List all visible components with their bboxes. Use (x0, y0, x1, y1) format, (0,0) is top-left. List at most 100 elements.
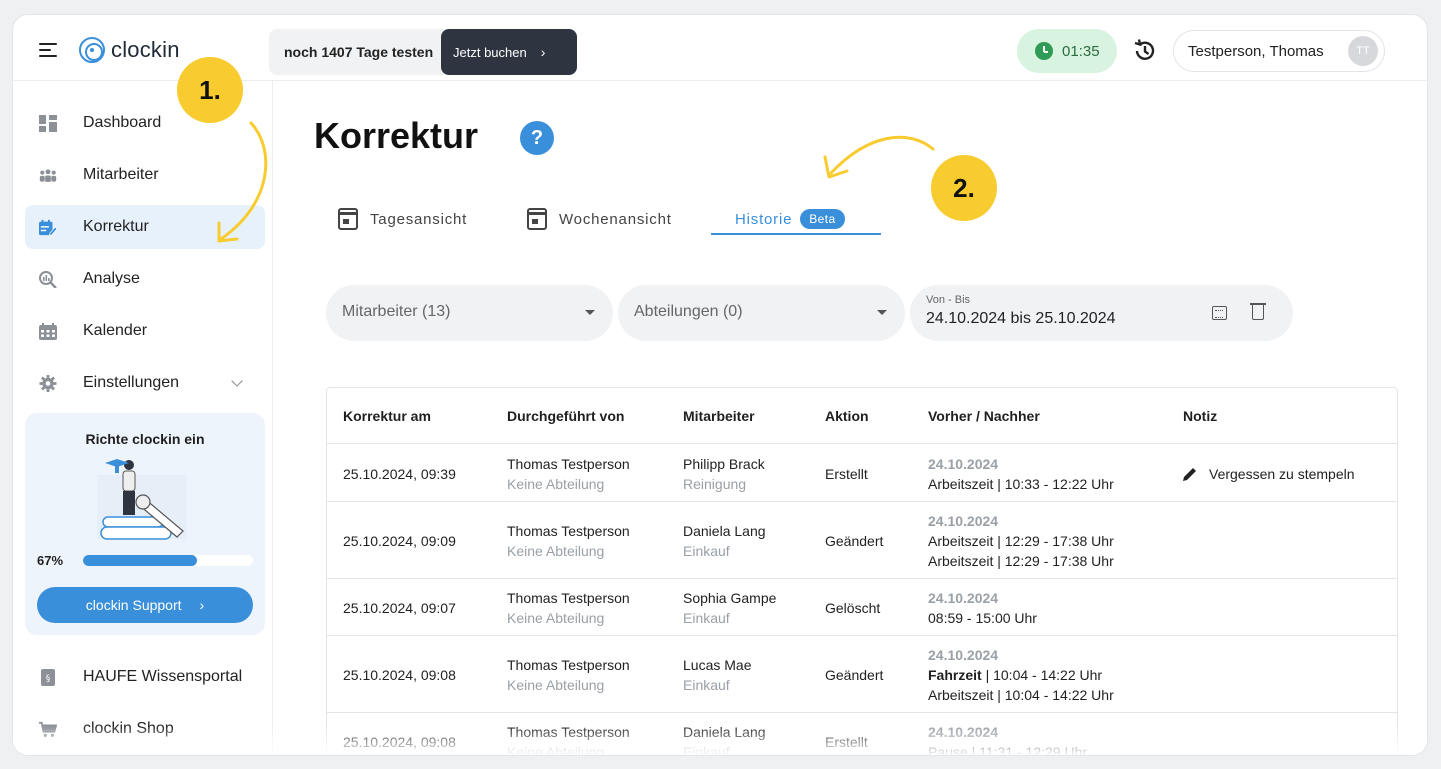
logo-text: clockin (111, 37, 180, 62)
tab-week-view[interactable]: Wochenansicht (527, 199, 672, 239)
table-row[interactable]: 25.10.2024, 09:39 Thomas Testperson Keine … (327, 445, 1397, 502)
table-row[interactable]: 25.10.2024, 09:07 Thomas Testperson Keine … (327, 579, 1397, 636)
sidebar-item-label: Einstellungen (83, 374, 180, 391)
table-row[interactable]: 25.10.2024, 09:09 Thomas Testperson Keine … (327, 502, 1397, 579)
gear-icon (39, 375, 57, 392)
step-1-arrow-icon (217, 121, 268, 243)
setup-progress-card: Richte clockin ein 67% clockin Support › (25, 413, 265, 635)
sidebar-item-label: Kalender (83, 322, 148, 339)
chevron-right-icon: › (540, 44, 546, 60)
date-range-caption: Von - Bis (926, 294, 971, 306)
dashboard-icon (39, 115, 57, 132)
setup-progress-bar (83, 555, 253, 566)
change-line: Arbeitszeit | 12:29 - 17:38 Uhr (928, 551, 1114, 571)
note-text: Vergessen zu stempeln (1209, 466, 1355, 482)
employee: Lucas Mae Einkauf (683, 655, 751, 695)
employee-filter-label: Mitarbeiter (13) (342, 303, 451, 320)
logo[interactable]: clockin (79, 37, 180, 63)
employee-department: Einkauf (683, 677, 730, 693)
column-header: Durchgeführt von (507, 408, 625, 424)
user-menu[interactable]: Testperson, Thomas TT (1173, 30, 1385, 72)
sidebar-item-label: Analyse (83, 270, 140, 287)
change-line: Arbeitszeit | 10:04 - 14:22 Uhr (928, 685, 1114, 705)
step-2-arrow-icon (823, 135, 935, 179)
book-icon: § (41, 669, 55, 686)
history-icon[interactable] (1131, 37, 1159, 65)
change-text: | 10:04 - 14:22 Uhr (981, 667, 1103, 683)
timer-value: 01:35 (1062, 42, 1100, 60)
time-tracker-button[interactable]: 01:35 (1017, 29, 1117, 73)
step-1-badge: 1. (177, 57, 243, 123)
calendar-day-icon (338, 208, 358, 230)
tab-label: Wochenansicht (559, 210, 672, 228)
sidebar-item-haufe[interactable]: § HAUFE Wissensportal (25, 655, 265, 699)
action: Erstellt (825, 466, 868, 482)
caret-down-icon (585, 310, 595, 315)
calendar-picker-icon[interactable] (1212, 306, 1227, 320)
employee-filter-select[interactable]: Mitarbeiter (13) (326, 285, 613, 341)
sidebar-item-settings[interactable]: Einstellungen (25, 361, 265, 405)
active-tab-indicator (711, 233, 881, 235)
change-date: 24.10.2024 (928, 590, 999, 606)
date-range-value: 24.10.2024 bis 25.10.2024 (926, 310, 1116, 327)
analysis-icon (39, 271, 57, 288)
column-header: Notiz (1183, 408, 1218, 424)
tab-label: Tagesansicht (370, 210, 468, 228)
trash-icon[interactable] (1250, 303, 1266, 320)
beta-badge: Beta (800, 209, 845, 229)
table-row[interactable]: 25.10.2024, 09:08 Thomas Testperson Keine … (327, 636, 1397, 713)
tab-day-view[interactable]: Tagesansicht (338, 199, 467, 239)
employee-department: Einkauf (683, 543, 730, 559)
table-header: Korrektur am Durchgeführt von Mitarbeite… (327, 388, 1397, 444)
chevron-right-icon: › (199, 597, 205, 613)
performed-by-department: Keine Abteilung (507, 677, 605, 693)
calendar-edit-icon (39, 219, 57, 236)
performed-by: Thomas Testperson Keine Abteilung (507, 588, 630, 628)
correction-history-table: Korrektur am Durchgeführt von Mitarbeite… (326, 387, 1398, 755)
action: Gelöscht (825, 600, 881, 616)
support-button[interactable]: clockin Support › (37, 587, 253, 623)
menu-collapse-icon[interactable] (39, 43, 57, 57)
support-label: clockin Support (85, 597, 182, 613)
change-line: Arbeitszeit | 12:29 - 17:38 Uhr (928, 531, 1114, 551)
sidebar-item-label: HAUFE Wissensportal (83, 668, 243, 685)
sidebar-item-analysis[interactable]: Analyse (25, 257, 265, 301)
page-title: Korrektur (314, 115, 479, 156)
department-filter-select[interactable]: Abteilungen (0) (618, 285, 905, 341)
setup-title: Richte clockin ein (85, 431, 205, 447)
change-text: Arbeitszeit | 10:33 - 12:22 Uhr (928, 476, 1114, 492)
sidebar-item-label: Dashboard (83, 114, 162, 131)
performed-by: Thomas Testperson Keine Abteilung (507, 521, 630, 561)
setup-illustration (97, 459, 187, 540)
sidebar-item-label: Mitarbeiter (83, 166, 159, 183)
correction-date: 25.10.2024, 09:08 (343, 667, 456, 683)
calendar-icon (39, 323, 57, 340)
book-now-label: Jetzt buchen (453, 44, 527, 60)
avatar: TT (1348, 36, 1378, 66)
tab-label: Historie (735, 210, 793, 228)
column-header: Mitarbeiter (683, 408, 755, 424)
change-type: Fahrzeit (928, 667, 982, 683)
performed-by-department: Keine Abteilung (507, 610, 605, 626)
change-line: Arbeitszeit | 10:33 - 12:22 Uhr (928, 474, 1114, 494)
pencil-icon (1183, 468, 1196, 481)
change-text: Arbeitszeit | 10:04 - 14:22 Uhr (928, 687, 1114, 703)
before-after: 24.10.2024 08:59 - 15:00 Uhr (928, 588, 1037, 628)
column-header: Aktion (825, 408, 869, 424)
column-header: Korrektur am (343, 408, 431, 424)
book-now-button[interactable]: Jetzt buchen › (441, 29, 577, 75)
change-text: 08:59 - 15:00 Uhr (928, 610, 1037, 626)
correction-date: 25.10.2024, 09:39 (343, 466, 456, 482)
help-icon[interactable]: ? (520, 121, 554, 155)
calendar-week-icon (527, 208, 547, 230)
app-window: clockin noch 1407 Tage testen Jetzt buch… (12, 14, 1428, 756)
trial-text: noch 1407 Tage testen (284, 44, 434, 60)
sidebar-item-calendar[interactable]: Kalender (25, 309, 265, 353)
svg-text:§: § (46, 674, 51, 684)
date-range-field[interactable]: Von - Bis 24.10.2024 bis 25.10.2024 (910, 285, 1293, 341)
note: Vergessen zu stempeln (1183, 464, 1355, 484)
employee: Sophia Gampe Einkauf (683, 588, 776, 628)
change-line: Fahrzeit | 10:04 - 14:22 Uhr (928, 665, 1114, 685)
performed-by-name: Thomas Testperson (507, 523, 630, 539)
action: Geändert (825, 667, 884, 683)
